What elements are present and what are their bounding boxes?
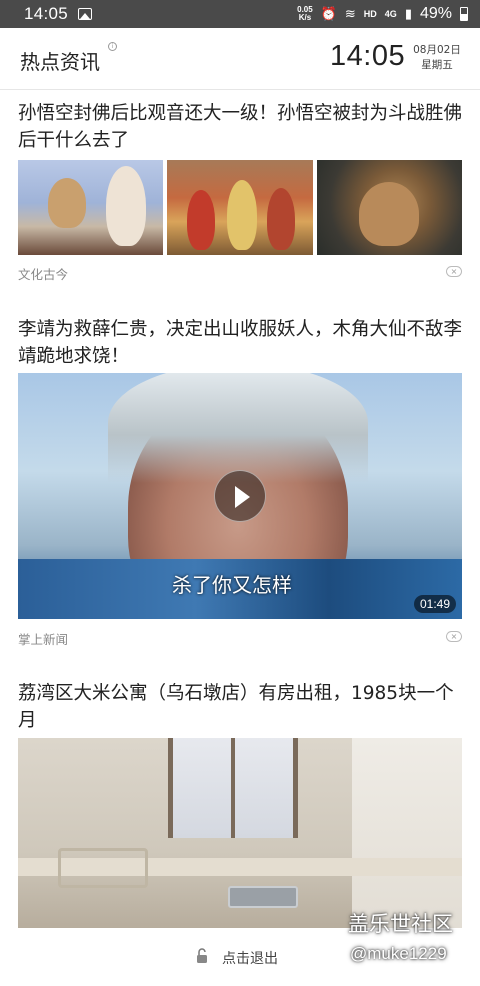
- info-icon[interactable]: i: [108, 42, 117, 51]
- news-item[interactable]: 李靖为救薛仁贵，决定出山收服妖人，木角大仙不敌李靖跪地求饶！ 杀了你又怎样 01…: [0, 316, 480, 652]
- status-icons: 0.05 K/s ⏰ ≋ HD 4G ▮ 49%: [297, 5, 468, 23]
- news-item[interactable]: 荔湾区大米公寓（乌石墩店）有房出租，1985块一个月: [0, 680, 480, 930]
- signal-icon: ▮: [404, 6, 412, 21]
- article-thumbnail[interactable]: [317, 160, 462, 255]
- dismiss-button[interactable]: ×: [446, 266, 462, 277]
- weekday-text: 星期五: [421, 59, 453, 71]
- network-speed-unit: K/s: [298, 13, 312, 22]
- dismiss-button[interactable]: ×: [446, 631, 462, 642]
- news-item[interactable]: 孙悟空封佛后比观音还大一级！孙悟空被封为斗战胜佛后干什么去了 文化古今 ×: [0, 100, 480, 290]
- article-thumbnail[interactable]: [18, 160, 163, 255]
- status-bar: 14:05 0.05 K/s ⏰ ≋ HD 4G ▮ 49%: [0, 0, 480, 28]
- status-time: 14:05: [24, 4, 69, 23]
- header-date: 08月02日 星期五: [411, 43, 463, 73]
- wifi-icon: ≋: [344, 6, 356, 21]
- article-image[interactable]: [18, 738, 462, 928]
- article-source: 文化古今: [18, 267, 69, 282]
- battery-icon: [460, 7, 468, 21]
- header-clock: 14:05: [330, 40, 406, 72]
- alarm-icon: ⏰: [320, 6, 337, 21]
- page-title: 热点资讯: [20, 50, 100, 74]
- article-thumbnail[interactable]: [167, 160, 313, 255]
- article-title[interactable]: 孙悟空封佛后比观音还大一级！孙悟空被封为斗战胜佛后干什么去了: [18, 100, 464, 154]
- watermark-user: @muke1229: [350, 944, 447, 963]
- video-duration: 01:49: [413, 595, 456, 613]
- video-player[interactable]: 杀了你又怎样 01:49: [18, 373, 462, 619]
- battery-percent: 49%: [419, 5, 452, 22]
- exit-button[interactable]: 点击退出: [222, 948, 278, 968]
- network-type: 4G: [384, 9, 397, 19]
- article-title[interactable]: 荔湾区大米公寓（乌石墩店）有房出租，1985块一个月: [18, 680, 464, 734]
- date-text: 08月02日: [413, 44, 461, 56]
- article-source: 掌上新闻: [18, 632, 69, 647]
- page-header: 热点资讯 i 14:05 08月02日 星期五: [0, 28, 480, 90]
- hd-label: HD: [363, 9, 377, 19]
- play-button[interactable]: [214, 470, 266, 522]
- image-notification-icon: [78, 8, 93, 20]
- video-subtitle: 杀了你又怎样: [172, 573, 292, 597]
- article-title[interactable]: 李靖为救薛仁贵，决定出山收服妖人，木角大仙不敌李靖跪地求饶！: [18, 316, 464, 370]
- unlock-icon: [197, 948, 207, 963]
- watermark-title: 盖乐世社区: [348, 912, 453, 936]
- network-speed: 0.05 K/s: [297, 6, 313, 22]
